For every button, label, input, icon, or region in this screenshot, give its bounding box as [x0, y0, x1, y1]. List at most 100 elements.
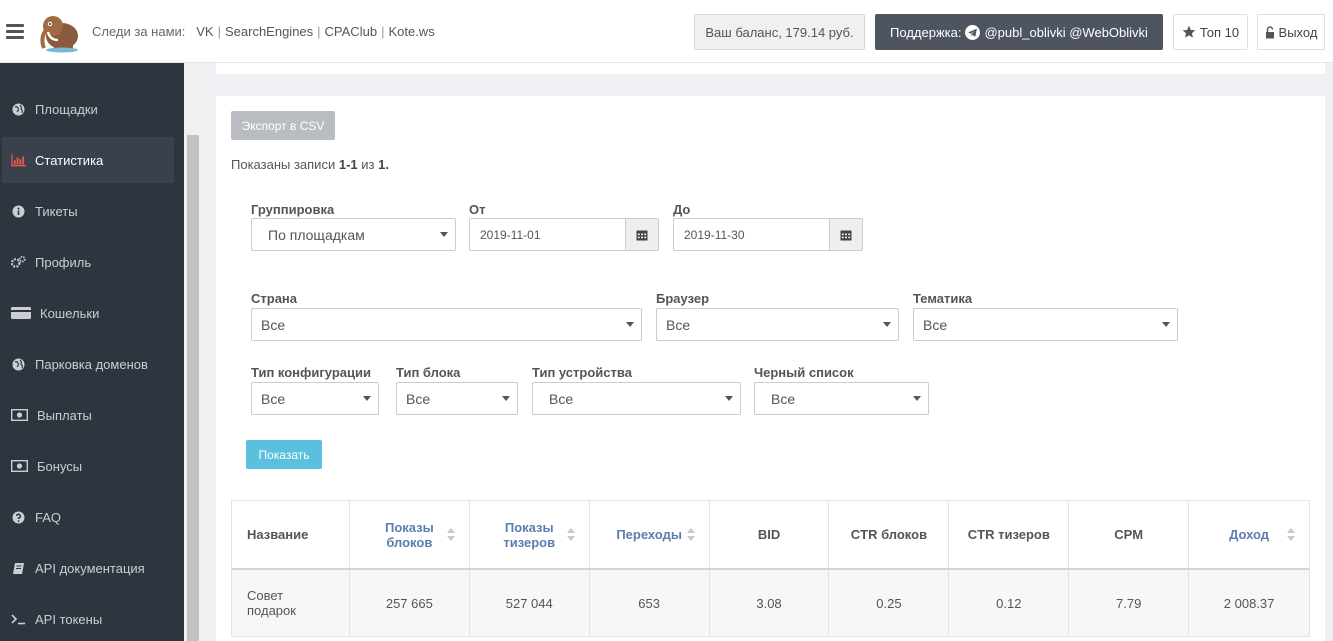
- col-ctr-blocks-header: CTR блоков: [829, 501, 950, 568]
- money-icon: [11, 408, 28, 423]
- menu-toggle-icon[interactable]: [6, 24, 24, 40]
- col-income-header[interactable]: Доход: [1189, 501, 1309, 568]
- cell-teaser-views: 527 044: [470, 570, 590, 636]
- country-select[interactable]: Все: [251, 308, 642, 341]
- chevron-down-icon: [502, 396, 510, 401]
- bar-chart-icon: [11, 153, 26, 168]
- link-vk[interactable]: VK: [196, 24, 213, 39]
- cell-ctr-teasers: 0.12: [949, 570, 1070, 636]
- cell-income: 2 008.37: [1223, 595, 1275, 611]
- col-teaser-views-header[interactable]: Показы тизеров: [470, 501, 590, 568]
- top-header: Следи за нами: VK | SearchEngines | CPAClub |…: [0, 0, 1333, 63]
- config-type-select[interactable]: Все: [251, 382, 379, 415]
- social-links: Следи за нами: VK | SearchEngines | CPAClub |…: [92, 24, 435, 39]
- blacklist-label: Черный список: [754, 365, 854, 380]
- unlock-icon: [1265, 25, 1274, 38]
- support-label: Поддержка:: [890, 24, 962, 40]
- sidebar-item-sites[interactable]: Площадки: [2, 86, 174, 132]
- col-bid-header: BID: [710, 501, 830, 568]
- blacklist-select[interactable]: Все: [754, 382, 929, 415]
- support-handles: @publ_oblivki @WebOblivki: [984, 24, 1148, 40]
- money-icon: [11, 459, 28, 474]
- to-date-input[interactable]: 2019-11-30: [673, 218, 831, 251]
- to-calendar-button[interactable]: [829, 218, 863, 251]
- chevron-down-icon: [913, 396, 921, 401]
- cell-ctr-blocks: 0.25: [829, 570, 950, 636]
- from-date-label: От: [469, 202, 486, 217]
- col-cpm-header: CPM: [1069, 501, 1190, 568]
- question-icon: [11, 510, 26, 525]
- cell-name: Совет подарок: [232, 570, 350, 636]
- sort-icon: [566, 528, 575, 542]
- gears-icon: [11, 255, 26, 270]
- sidebar-item-domain-parking[interactable]: Парковка доменов: [2, 341, 174, 387]
- col-name-header: Название: [232, 501, 350, 568]
- block-type-select[interactable]: Все: [396, 382, 518, 415]
- top10-button[interactable]: Топ 10: [1173, 14, 1248, 50]
- mammoth-logo[interactable]: [36, 6, 84, 54]
- link-cpaclub[interactable]: CPAClub: [325, 24, 378, 39]
- chevron-down-icon: [440, 232, 448, 237]
- device-type-label: Тип устройства: [532, 365, 632, 380]
- browser-select[interactable]: Все: [656, 308, 899, 341]
- support-button[interactable]: Поддержка: @publ_oblivki @WebOblivki: [875, 14, 1163, 50]
- grouping-label: Группировка: [251, 202, 335, 217]
- sidebar-scrollbar-thumb[interactable]: [187, 135, 199, 641]
- sort-icon: [1287, 528, 1296, 542]
- theme-label: Тематика: [913, 291, 973, 306]
- browser-label: Браузер: [656, 291, 710, 306]
- telegram-icon: [965, 24, 981, 40]
- book-icon: [11, 561, 26, 576]
- globe-icon: [11, 102, 26, 117]
- table-header-row: Название Показы блоков Показы тизеров Пере…: [231, 500, 1310, 570]
- info-icon: [11, 204, 26, 219]
- sort-icon: [446, 528, 455, 542]
- cell-block-views: 257 665: [350, 570, 470, 636]
- from-date-input[interactable]: 2019-11-01: [469, 218, 627, 251]
- calendar-icon: [840, 230, 852, 240]
- country-label: Страна: [251, 291, 298, 306]
- table-row: Совет подарок 257 665 527 044 653 3.08 0.…: [231, 570, 1310, 637]
- sidebar-item-tickets[interactable]: Тикеты: [2, 188, 174, 234]
- sidebar-item-statistics[interactable]: Статистика: [2, 137, 174, 183]
- col-clicks-header[interactable]: Переходы: [590, 501, 710, 568]
- col-ctr-teasers-header: CTR тизеров: [949, 501, 1070, 568]
- sidebar-item-api-tokens[interactable]: API токены: [2, 596, 174, 641]
- terminal-icon: [11, 612, 26, 627]
- theme-select[interactable]: Все: [913, 308, 1178, 341]
- sidebar-item-bonuses[interactable]: Бонусы: [2, 443, 174, 489]
- device-type-select[interactable]: Все: [532, 382, 741, 415]
- sidebar-item-payouts[interactable]: Выплаты: [2, 392, 174, 438]
- chevron-down-icon: [363, 396, 371, 401]
- chevron-down-icon: [725, 396, 733, 401]
- block-type-label: Тип блока: [396, 365, 461, 380]
- globe-icon: [11, 357, 26, 372]
- config-type-label: Тип конфигурации: [251, 365, 372, 380]
- col-block-views-header[interactable]: Показы блоков: [350, 501, 470, 568]
- sidebar-item-profile[interactable]: Профиль: [2, 239, 174, 285]
- link-searchengines[interactable]: SearchEngines: [225, 24, 313, 39]
- grouping-select[interactable]: По площадкам: [251, 218, 456, 251]
- sort-icon: [686, 528, 695, 542]
- cell-clicks: 653: [590, 570, 710, 636]
- chevron-down-icon: [626, 322, 634, 327]
- top-panel: [216, 63, 1325, 74]
- sidebar-item-faq[interactable]: FAQ: [2, 494, 174, 540]
- chevron-down-icon: [883, 322, 891, 327]
- export-csv-button[interactable]: Экспорт в CSV: [231, 111, 335, 140]
- cell-cpm: 7.79: [1069, 570, 1190, 636]
- sidebar-item-api-docs[interactable]: API документация: [2, 545, 174, 591]
- sidebar-item-wallets[interactable]: Кошельки: [2, 290, 174, 336]
- calendar-icon: [636, 230, 648, 240]
- credit-card-icon: [11, 306, 31, 321]
- show-button[interactable]: Показать: [246, 440, 322, 469]
- statistics-table: Название Показы блоков Показы тизеров Пере…: [231, 500, 1310, 637]
- sidebar: Площадки Статистика Тикеты Профиль Кошел…: [0, 63, 184, 641]
- star-icon: [1182, 25, 1196, 38]
- balance-badge[interactable]: Ваш баланс, 179.14 руб.: [694, 14, 865, 50]
- from-calendar-button[interactable]: [625, 218, 659, 251]
- logout-button[interactable]: Выход: [1257, 14, 1325, 50]
- follow-label: Следи за нами:: [92, 24, 186, 39]
- link-kote[interactable]: Kote.ws: [388, 24, 434, 39]
- chevron-down-icon: [1162, 322, 1170, 327]
